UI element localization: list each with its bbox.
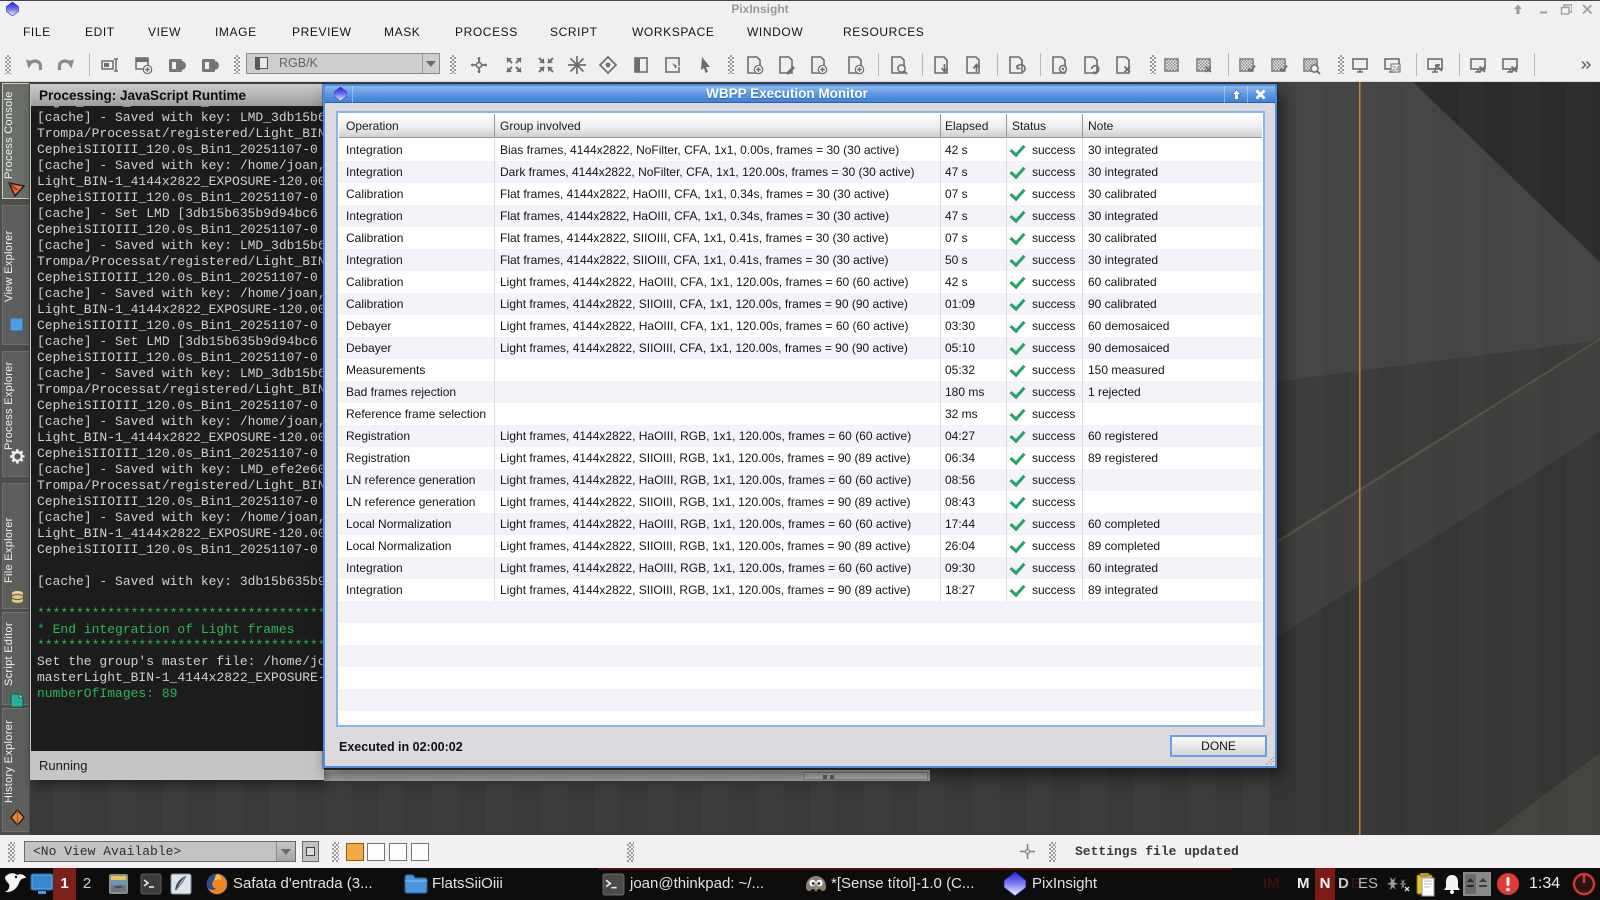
svg-text:24: 24 [1392, 66, 1400, 73]
